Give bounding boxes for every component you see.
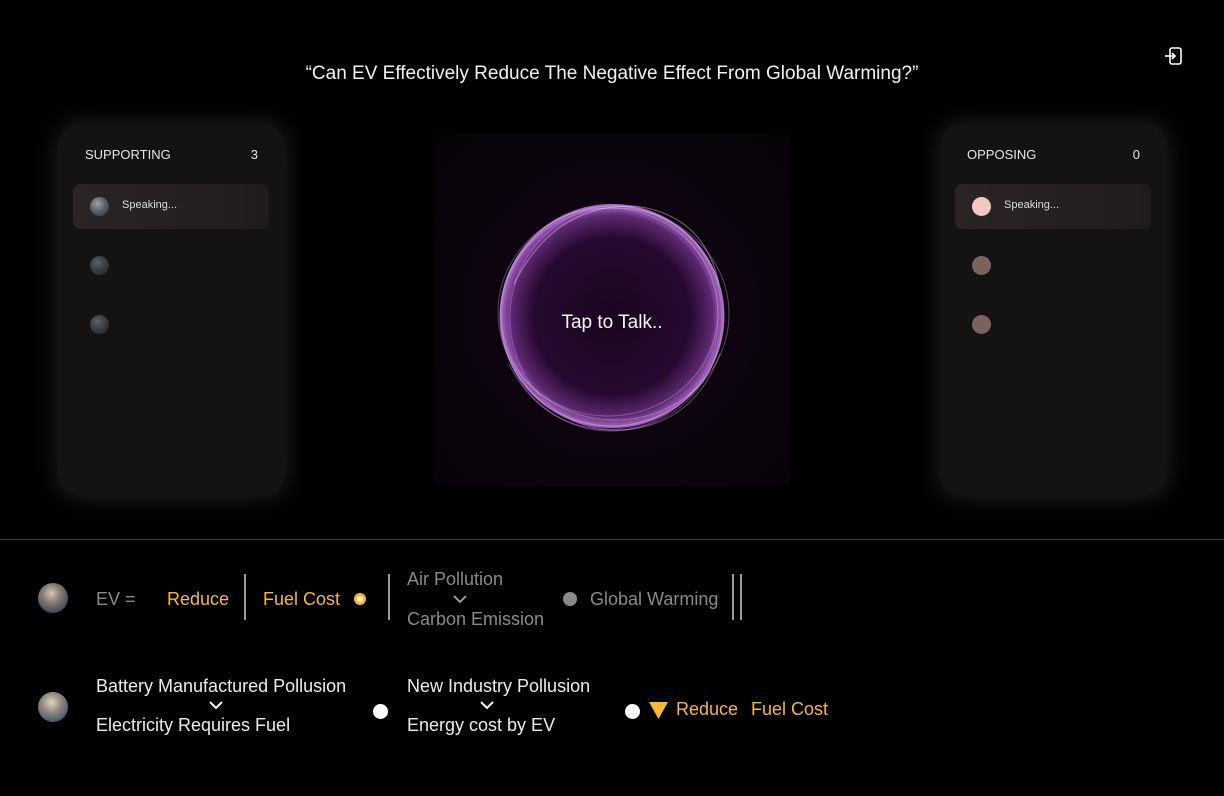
avatar[interactable] [90, 315, 109, 334]
section-divider [0, 539, 1224, 540]
supporting-panel: SUPPORTING 3 Speaking... [58, 124, 285, 496]
opposing-label: OPPOSING [967, 147, 1037, 162]
debate-question: “Can EV Effectively Reduce The Negative … [305, 63, 919, 84]
avatar [38, 692, 68, 722]
exit-icon[interactable] [1162, 45, 1184, 67]
supporting-header: SUPPORTING 3 [85, 147, 258, 162]
arg2-battery: Battery Manufactured Pollusion [96, 676, 347, 696]
arg2-energy-cost: Energy cost by EV [407, 715, 556, 735]
arg1-global-warming: Global Warming [590, 589, 719, 609]
dot-icon [563, 592, 577, 606]
arg2-electricity: Electricity Requires Fuel [96, 715, 291, 735]
arg1-reduce: Reduce [167, 589, 230, 609]
arg1-prefix: EV = [96, 589, 136, 609]
arg1-carbon-emission: Carbon Emission [407, 609, 545, 629]
arg2-new-industry: New Industry Pollusion [407, 676, 591, 696]
tap-to-talk[interactable]: Tap to Talk.. [434, 312, 790, 334]
dot-icon [625, 704, 640, 719]
target-dot-icon [354, 593, 366, 605]
avatar [972, 197, 991, 216]
arg1-fuel-cost: Fuel Cost [263, 589, 341, 609]
avatar[interactable] [90, 256, 109, 275]
avatar[interactable] [972, 315, 991, 334]
arg2-reduce: Reduce [676, 699, 739, 719]
speaking-status: Speaking... [122, 199, 178, 211]
avatar [38, 583, 68, 613]
supporting-label: SUPPORTING [85, 147, 171, 162]
divider-bar [244, 574, 246, 620]
opposing-speaker-active[interactable]: Speaking... [955, 184, 1151, 229]
chevron-down-icon [209, 701, 223, 710]
supporting-speaker-active[interactable]: Speaking... [73, 184, 269, 229]
chevron-down-icon [453, 595, 467, 604]
avatar [90, 197, 109, 216]
opposing-panel: OPPOSING 0 Speaking... [940, 124, 1167, 496]
avatar[interactable] [972, 256, 991, 275]
opposing-count: 0 [1132, 147, 1140, 162]
divider-bar [388, 574, 390, 620]
triangle-down-icon [649, 702, 668, 719]
chevron-down-icon [480, 701, 494, 710]
opposing-header: OPPOSING 0 [967, 147, 1140, 162]
dot-icon [373, 704, 388, 719]
arg2-fuel-cost: Fuel Cost [751, 699, 829, 719]
arg1-air-pollution: Air Pollution [407, 569, 504, 589]
voice-orb[interactable]: Tap to Talk.. [434, 134, 790, 486]
divider-bar [740, 574, 742, 620]
divider-bar [732, 574, 734, 620]
supporting-count: 3 [250, 147, 258, 162]
speaking-status: Speaking... [1004, 199, 1060, 211]
